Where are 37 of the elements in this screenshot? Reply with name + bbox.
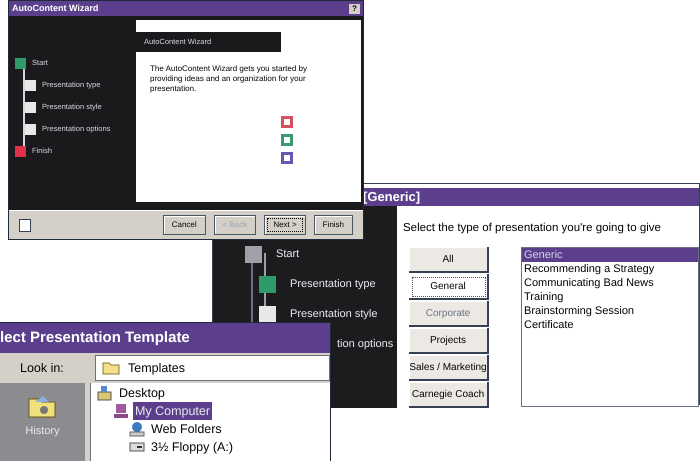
list-item[interactable]: Generic [522, 248, 698, 262]
list-item[interactable]: Brainstorming Session [522, 304, 698, 318]
folder-item[interactable]: Desktop [117, 384, 167, 402]
folder-icon [102, 361, 120, 375]
step-label: tion options [337, 336, 394, 352]
computer-icon [113, 403, 129, 419]
list-item[interactable]: Certificate [522, 318, 698, 332]
look-in-field[interactable]: Templates [95, 355, 330, 381]
folder-item[interactable]: My Computer [133, 402, 212, 420]
wizard-button[interactable]: Next > [264, 215, 306, 235]
list-item[interactable]: Training [522, 290, 698, 304]
prompt-text: Select the type of presentation you're going to give [403, 221, 662, 236]
step-label: Presentation style [290, 306, 378, 322]
step-label: Presentation type [290, 276, 376, 292]
intro-text: The AutoContent Wizard gets you started by providing ideas and an organization for your presentation. [149, 64, 308, 94]
globe-icon [129, 421, 145, 437]
wizard-button[interactable]: Cancel [162, 215, 206, 235]
help-button[interactable]: ? [349, 4, 360, 14]
folder-item[interactable]: Web Folders [149, 420, 224, 438]
wizard-button[interactable]: Finish [314, 215, 353, 235]
folder-item[interactable]: 3½ Floppy (A:) [149, 438, 235, 456]
category-button[interactable]: All [409, 247, 489, 274]
field-value: Templates [128, 360, 185, 377]
window-title: lect Presentation Template [0, 328, 190, 348]
category-button[interactable]: Projects [409, 328, 489, 354]
list-item[interactable]: Communicating Bad News [522, 276, 698, 290]
list-item[interactable]: Recommending a Strategy [522, 262, 698, 276]
category-button[interactable]: Carnegie Coach [409, 382, 489, 408]
folder-icon [27, 393, 58, 419]
look-in-label: Look in: [19, 360, 65, 377]
window-title: AutoContent Wizard [12, 2, 98, 15]
drive-icon [129, 441, 145, 453]
window-title: [Generic] [363, 188, 420, 206]
desktop-icon [97, 385, 113, 401]
step-label: Start [276, 246, 300, 262]
category-button[interactable]: Sales / Marketing [409, 355, 489, 382]
category-button[interactable]: General [409, 274, 489, 300]
